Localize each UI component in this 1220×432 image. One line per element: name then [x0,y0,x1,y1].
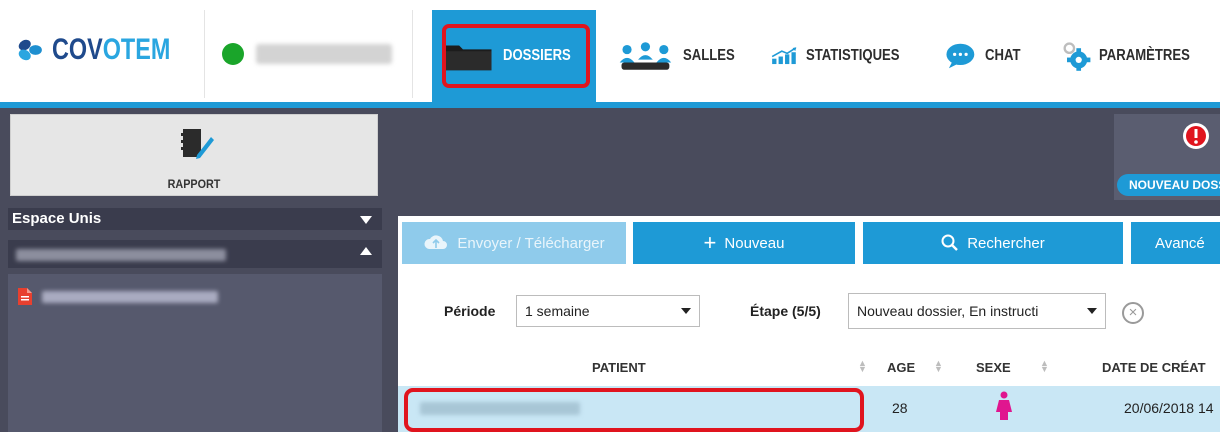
column-header-age[interactable]: AGE [887,360,915,375]
nav-salles-label: SALLES [682,47,735,64]
user-name-redacted [256,44,392,64]
cell-age: 28 [892,400,908,416]
settings-gear-icon [1063,42,1091,71]
covotem-logo-icon [18,39,42,61]
logo[interactable]: COVOTEM [14,22,204,78]
nav-statistiques-label: STATISTIQUES [805,47,900,64]
new-dossier-button[interactable]: NOUVEAU DOSSIER [1117,174,1220,196]
file-name-redacted [42,290,218,303]
nav-parametres-label: PARAMÈTRES [1099,47,1191,64]
dropdown-caret-icon [1087,308,1097,314]
patient-subsection-header[interactable] [8,240,382,268]
nav-salles[interactable]: SALLES [606,10,756,102]
highlight-dossiers [442,24,590,88]
pdf-file-icon [18,288,32,305]
column-header-patient[interactable]: PATIENT [592,360,646,375]
statistics-chart-icon [771,47,797,65]
new-button[interactable]: + Nouveau [633,222,855,264]
advanced-search-label: Avancé [1155,234,1205,252]
patient-name-redacted [16,249,226,261]
chat-bubble-icon [946,43,975,69]
cell-date-creation: 20/06/2018 14 [1124,400,1214,416]
clear-filter-icon[interactable]: × [1122,302,1144,324]
espace-section-label: Espace Unis [12,210,102,227]
sort-icon[interactable]: ▲ ▼ [858,359,867,374]
file-item[interactable] [18,288,218,305]
stage-select[interactable]: Nouveau dossier, En instructi [848,293,1106,329]
alert-icon [1183,123,1209,149]
meeting-room-icon [619,42,672,70]
document-panel [8,274,382,432]
nav-chat[interactable]: CHAT [934,10,1038,102]
online-status-icon [222,43,244,65]
send-download-label: Envoyer / Télécharger [457,234,605,252]
search-button[interactable]: Rechercher [863,222,1123,264]
top-navigation: COVOTEM DOSSIERS SALLES STATISTIQUES CHA… [0,0,1220,102]
cloud-transfer-icon [424,235,448,249]
period-select-value: 1 semaine [525,303,590,319]
app-root: COVOTEM DOSSIERS SALLES STATISTIQUES CHA… [0,0,1220,432]
sort-icon[interactable]: ▲ ▼ [934,359,943,374]
stage-select-value: Nouveau dossier, En instructi [857,303,1039,319]
nav-statistiques[interactable]: STATISTIQUES [760,10,930,102]
search-icon [941,234,959,251]
report-notebook-icon [181,129,214,159]
divider [412,10,413,98]
rapport-label: RAPPORT [167,177,221,191]
search-button-label: Rechercher [967,234,1045,252]
send-download-button[interactable]: Envoyer / Télécharger [402,222,626,264]
column-header-sexe[interactable]: SEXE [976,360,1011,375]
period-label: Période [444,303,496,319]
logo-wordmark: COVOTEM [52,33,170,67]
sort-icon[interactable]: ▲ ▼ [1040,359,1049,374]
advanced-search-button[interactable]: Avancé [1131,222,1220,264]
column-header-date-creation[interactable]: DATE DE CRÉAT [1102,360,1206,375]
nav-chat-label: CHAT [984,47,1021,64]
logo-text-part1: COV [52,33,104,66]
caret-up-icon [360,247,372,255]
new-button-label: Nouveau [724,234,785,252]
female-icon [996,391,1012,420]
caret-down-icon [360,216,372,224]
divider [204,10,205,98]
highlight-patient-row [404,388,864,432]
rapport-button[interactable]: RAPPORT [10,114,378,196]
plus-icon: + [703,230,717,255]
period-select[interactable]: 1 semaine [516,295,700,327]
nav-parametres[interactable]: PARAMÈTRES [1050,10,1220,102]
dropdown-caret-icon [681,308,691,314]
espace-section-header[interactable]: Espace Unis [8,208,382,230]
stage-label: Étape (5/5) [750,303,821,319]
logo-text-part2: OTEM [103,33,171,66]
